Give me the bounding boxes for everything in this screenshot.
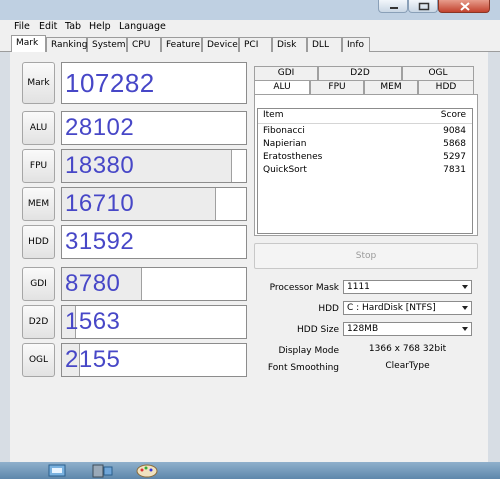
menu-edit[interactable]: Edit xyxy=(39,21,57,32)
menu-language[interactable]: Language xyxy=(119,21,166,32)
ogl-score: 2155 xyxy=(61,343,247,377)
list-item-name: Eratosthenes xyxy=(263,152,323,162)
subtab-mem[interactable]: MEM xyxy=(364,80,418,94)
ogl-score-value: 2155 xyxy=(65,346,121,373)
minimize-icon xyxy=(390,7,398,9)
ogl-button[interactable]: OGL xyxy=(22,343,55,377)
list-item[interactable]: Fibonacci 9084 xyxy=(258,125,472,137)
tab-feature[interactable]: Feature xyxy=(161,37,202,52)
tab-mark[interactable]: Mark xyxy=(11,35,46,52)
hdd-value: C : HardDisk [NTFS] xyxy=(347,303,436,313)
list-item[interactable]: Eratosthenes 5297 xyxy=(258,151,472,163)
stop-button[interactable]: Stop xyxy=(254,243,478,269)
fpu-score: 18380 xyxy=(61,149,247,183)
subtab-gdi[interactable]: GDI xyxy=(254,66,318,80)
chevron-down-icon xyxy=(462,306,468,310)
hdd-score-value: 31592 xyxy=(65,228,135,255)
computer-icon[interactable] xyxy=(85,462,119,479)
close-button[interactable] xyxy=(438,0,490,13)
list-item-name: Napierian xyxy=(263,139,307,149)
main-tab-bar: Mark Ranking System CPU Feature Device P… xyxy=(0,35,500,52)
subtab-fpu[interactable]: FPU xyxy=(310,80,364,94)
mark-score: 107282 xyxy=(61,62,247,104)
mem-score-value: 16710 xyxy=(65,190,135,217)
list-item[interactable]: QuickSort 7831 xyxy=(258,164,472,176)
close-icon xyxy=(460,2,470,11)
taskbar xyxy=(0,462,500,479)
d2d-score: 1563 xyxy=(61,305,247,339)
tab-info[interactable]: Info xyxy=(342,37,370,52)
subtab-ogl[interactable]: OGL xyxy=(402,66,474,80)
hdd-size-label: HDD Size xyxy=(297,325,339,335)
hdd-size-value: 128MB xyxy=(347,324,379,334)
hdd-select[interactable]: C : HardDisk [NTFS] xyxy=(343,301,472,315)
list-item-score: 5297 xyxy=(443,152,466,162)
mem-button[interactable]: MEM xyxy=(22,187,55,221)
fpu-score-value: 18380 xyxy=(65,152,135,179)
gdi-button[interactable]: GDI xyxy=(22,267,55,301)
paint-palette-icon[interactable] xyxy=(130,462,164,479)
alu-score-value: 28102 xyxy=(65,114,135,141)
mem-score: 16710 xyxy=(61,187,247,221)
result-list[interactable]: Item Score Fibonacci 9084 Napierian 5868… xyxy=(257,108,473,234)
alu-score: 28102 xyxy=(61,111,247,145)
tab-device[interactable]: Device xyxy=(202,37,239,52)
tab-system[interactable]: System xyxy=(87,37,127,52)
menu-file[interactable]: File xyxy=(14,21,30,32)
mark-score-value: 107282 xyxy=(65,68,155,98)
gdi-score-value: 8780 xyxy=(65,270,121,297)
display-mode-value: 1366 x 768 32bit xyxy=(368,344,447,354)
tab-cpu[interactable]: CPU xyxy=(127,37,161,52)
processor-mask-select[interactable]: 1111 xyxy=(343,280,472,294)
maximize-button[interactable] xyxy=(408,0,438,13)
list-item[interactable]: Napierian 5868 xyxy=(258,138,472,150)
list-item-score: 7831 xyxy=(443,165,466,175)
menu-help[interactable]: Help xyxy=(89,21,111,32)
monitor-icon[interactable] xyxy=(40,462,74,479)
d2d-button[interactable]: D2D xyxy=(22,305,55,339)
display-mode-label: Display Mode xyxy=(278,346,339,356)
minimize-button[interactable] xyxy=(378,0,408,13)
list-item-score: 5868 xyxy=(443,139,466,149)
tab-dll[interactable]: DLL xyxy=(307,37,342,52)
subtab-d2d[interactable]: D2D xyxy=(318,66,402,80)
hdd-label: HDD xyxy=(318,304,339,314)
processor-mask-value: 1111 xyxy=(347,282,370,292)
subtab-alu[interactable]: ALU xyxy=(254,80,310,94)
menu-bar: File Edit Tab Help Language xyxy=(0,20,500,35)
hdd-size-select[interactable]: 128MB xyxy=(343,322,472,336)
hdd-button[interactable]: HDD xyxy=(22,225,55,259)
list-item-name: Fibonacci xyxy=(263,126,305,136)
subtab-hdd[interactable]: HDD xyxy=(418,80,474,94)
list-item-name: QuickSort xyxy=(263,165,307,175)
tab-pci[interactable]: PCI xyxy=(239,37,272,52)
menu-tab[interactable]: Tab xyxy=(65,21,81,32)
alu-button[interactable]: ALU xyxy=(22,111,55,145)
list-header-item[interactable]: Item xyxy=(263,110,284,120)
list-header: Item Score xyxy=(258,109,472,124)
list-item-score: 9084 xyxy=(443,126,466,136)
chevron-down-icon xyxy=(462,327,468,331)
font-smoothing-label: Font Smoothing xyxy=(267,363,339,373)
tab-ranking[interactable]: Ranking xyxy=(46,37,87,52)
title-bar xyxy=(0,0,500,20)
processor-mask-label: Processor Mask xyxy=(269,283,339,293)
font-smoothing-value: ClearType xyxy=(385,361,430,371)
hdd-score: 31592 xyxy=(61,225,247,259)
d2d-score-value: 1563 xyxy=(65,308,121,335)
list-header-score[interactable]: Score xyxy=(441,110,466,120)
mark-button[interactable]: Mark xyxy=(22,62,55,104)
gdi-score: 8780 xyxy=(61,267,247,301)
fpu-button[interactable]: FPU xyxy=(22,149,55,183)
tab-disk[interactable]: Disk xyxy=(272,37,307,52)
chevron-down-icon xyxy=(462,285,468,289)
maximize-icon xyxy=(418,2,430,11)
